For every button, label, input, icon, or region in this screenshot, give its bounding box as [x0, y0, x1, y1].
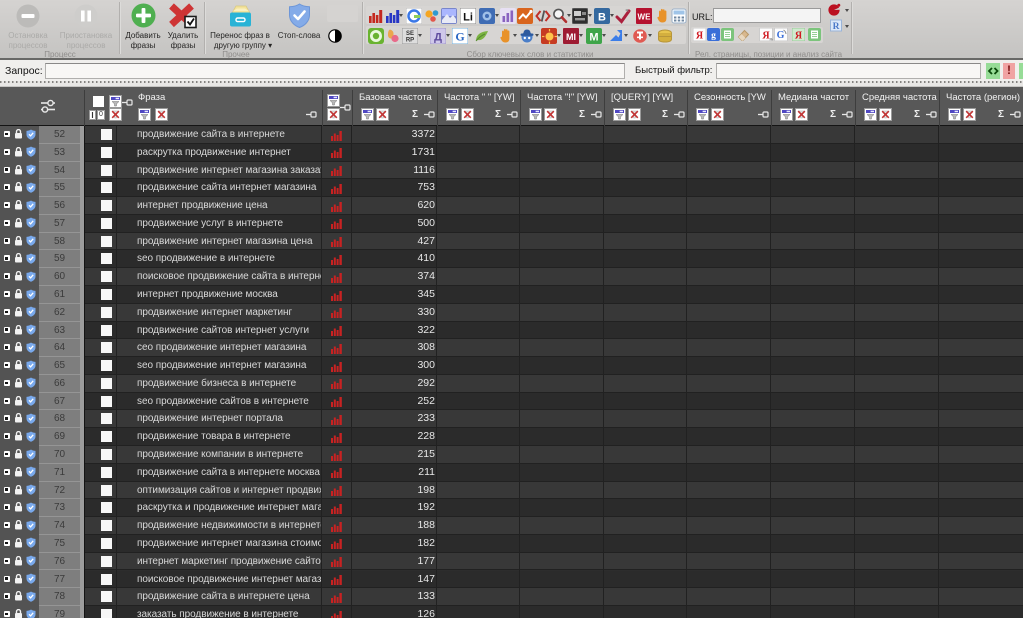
svg-text:B: B	[598, 12, 606, 24]
svg-text:R: R	[833, 22, 840, 32]
svg-text:G: G	[455, 30, 464, 44]
svg-text:Я: Я	[696, 31, 704, 42]
svg-text:RP: RP	[406, 38, 414, 44]
svg-text:MI: MI	[566, 32, 576, 42]
svg-text:SE: SE	[406, 31, 414, 37]
svg-text:g: g	[711, 31, 716, 41]
svg-text:M: M	[589, 32, 598, 44]
svg-text:WE: WE	[638, 13, 652, 22]
svg-text:Я: Я	[795, 31, 803, 42]
svg-text:Rel: Rel	[770, 37, 774, 42]
svg-text:Li: Li	[463, 12, 473, 24]
svg-text:G: G	[777, 30, 785, 41]
svg-text:Д: Д	[434, 32, 442, 44]
